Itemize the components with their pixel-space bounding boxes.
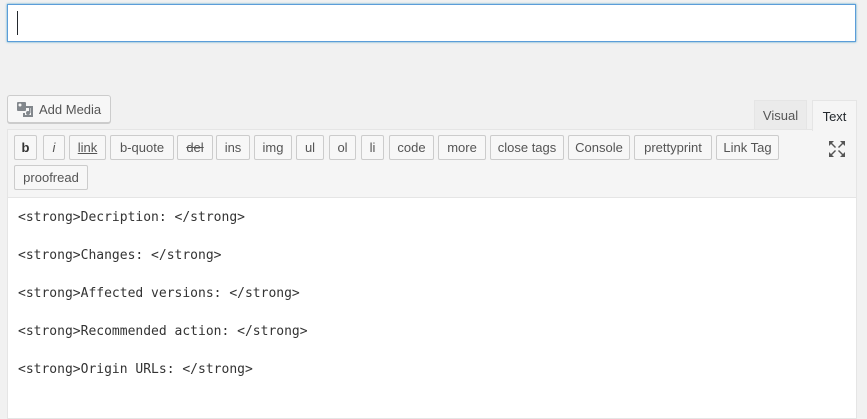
more-button[interactable]: more xyxy=(438,135,486,160)
link-button[interactable]: link xyxy=(69,135,106,160)
content-line: <strong>Origin URLs: </strong> xyxy=(18,362,253,377)
close-tags-button[interactable]: close tags xyxy=(490,135,564,160)
post-title-input[interactable] xyxy=(7,4,856,42)
content-line: <strong>Affected versions: </strong> xyxy=(18,286,300,301)
tab-visual[interactable]: Visual xyxy=(754,100,807,130)
code-button[interactable]: code xyxy=(389,135,434,160)
content-line: <strong>Changes: </strong> xyxy=(18,248,222,263)
ins-button[interactable]: ins xyxy=(216,135,250,160)
italic-button[interactable]: i xyxy=(43,135,65,160)
content-line: <strong>Decription: </strong> xyxy=(18,210,245,225)
del-button[interactable]: del xyxy=(177,135,213,160)
bold-button[interactable]: b xyxy=(14,135,37,160)
add-media-button[interactable]: Add Media xyxy=(7,95,112,123)
text-caret xyxy=(17,11,18,35)
ol-button[interactable]: ol xyxy=(329,135,356,160)
content-line: <strong>Recommended action: </strong> xyxy=(18,324,308,339)
tab-text[interactable]: Text xyxy=(812,100,857,131)
li-button[interactable]: li xyxy=(361,135,384,160)
prettyprint-button[interactable]: prettyprint xyxy=(634,135,712,160)
fullscreen-icon[interactable] xyxy=(826,138,848,160)
blockquote-button[interactable]: b-quote xyxy=(110,135,174,160)
quicktags-toolbar: b i link b-quote del ins img ul ol li co… xyxy=(8,130,856,198)
text-editor: b i link b-quote del ins img ul ol li co… xyxy=(7,129,857,419)
link-tag-button[interactable]: Link Tag xyxy=(716,135,779,160)
ul-button[interactable]: ul xyxy=(296,135,324,160)
console-button[interactable]: Console xyxy=(568,135,630,160)
content-textarea[interactable]: <strong>Decription: </strong> <strong>Ch… xyxy=(8,198,856,408)
proofread-button[interactable]: proofread xyxy=(14,165,88,190)
media-icon xyxy=(16,101,34,117)
img-button[interactable]: img xyxy=(254,135,292,160)
add-media-label: Add Media xyxy=(39,101,102,117)
